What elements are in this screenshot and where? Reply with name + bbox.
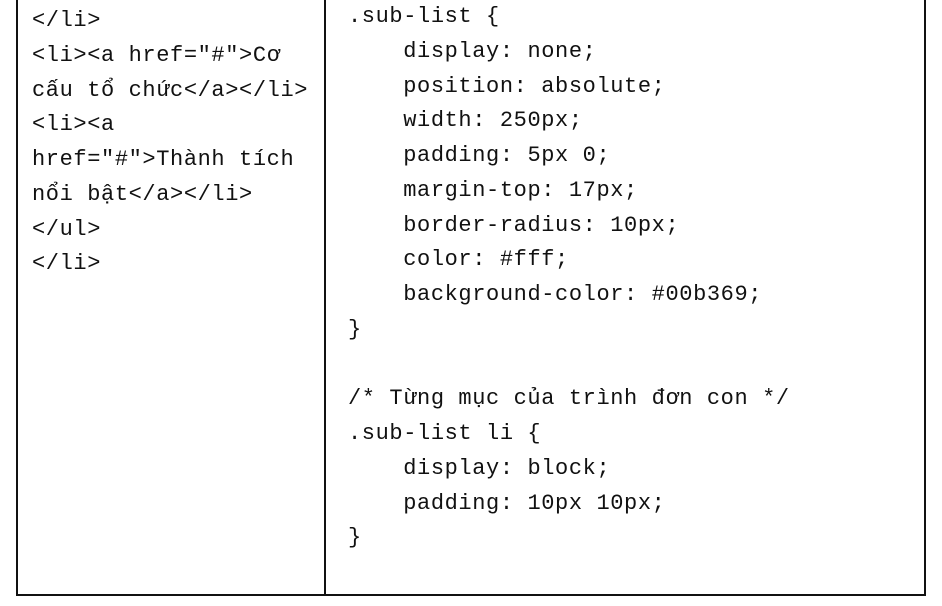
css-code-block: .sub-list { display: none; position: abs…: [348, 0, 906, 556]
html-code-block: </li> <li><a href="#">Cơ cấu tổ chức</a>…: [32, 4, 310, 282]
columns: </li> <li><a href="#">Cơ cấu tổ chức</a>…: [18, 0, 924, 594]
right-column: .sub-list { display: none; position: abs…: [326, 0, 924, 594]
code-table: </li> <li><a href="#">Cơ cấu tổ chức</a>…: [16, 0, 926, 596]
left-column: </li> <li><a href="#">Cơ cấu tổ chức</a>…: [18, 0, 326, 594]
page: </li> <li><a href="#">Cơ cấu tổ chức</a>…: [0, 0, 942, 606]
